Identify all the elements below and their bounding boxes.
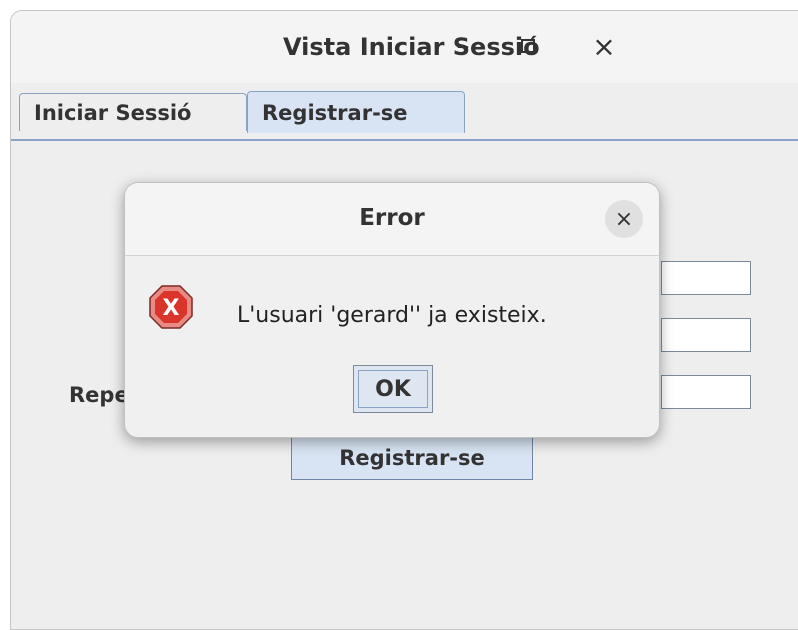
tab-registrar-se[interactable]: Registrar-se: [247, 91, 465, 133]
tab-strip: Iniciar Sessió Registrar-se: [11, 83, 798, 141]
window-titlebar[interactable]: Vista Iniciar Sessió – ×: [11, 11, 798, 84]
ok-button[interactable]: OK: [353, 365, 433, 413]
focus-ring: [358, 370, 428, 408]
repeat-password-field[interactable]: [661, 375, 751, 409]
minimize-icon: –: [456, 31, 470, 61]
maximize-button[interactable]: [511, 29, 545, 63]
close-icon: ×: [592, 29, 616, 63]
close-icon: ×: [614, 206, 634, 232]
dialog-titlebar[interactable]: Error ×: [125, 183, 659, 256]
window-title: Vista Iniciar Sessió: [283, 33, 540, 61]
register-button[interactable]: Registrar-se: [291, 436, 533, 480]
username-field[interactable]: [661, 261, 751, 295]
maximize-icon: [521, 39, 535, 53]
error-x-icon: X: [149, 285, 193, 329]
tab-iniciar-sessio[interactable]: Iniciar Sessió: [19, 93, 247, 131]
close-window-button[interactable]: ×: [587, 29, 621, 63]
password-field[interactable]: [661, 318, 751, 352]
error-x-glyph: X: [163, 296, 180, 321]
dialog-close-button[interactable]: ×: [605, 200, 643, 238]
dialog-title: Error: [359, 205, 425, 231]
error-message: L'usuari 'gerard'' ja existeix.: [237, 303, 547, 328]
error-dialog: Error × X L'usuari 'gerard'' ja existeix…: [124, 182, 660, 438]
minimize-button[interactable]: –: [446, 29, 480, 63]
